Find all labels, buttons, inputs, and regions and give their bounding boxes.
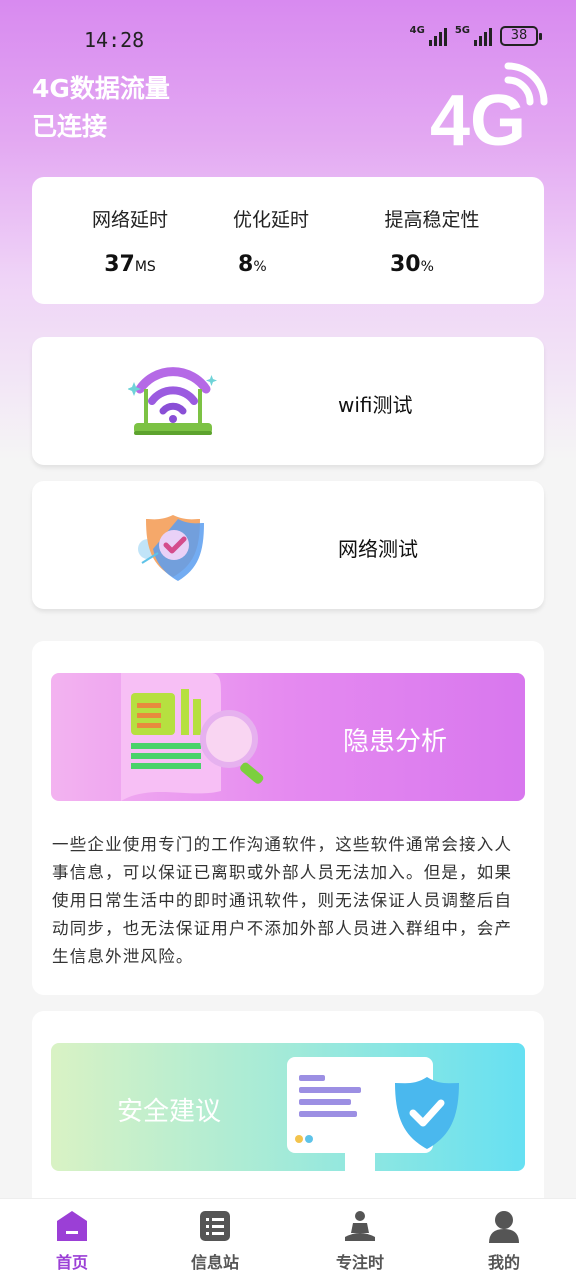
tab-label: 我的 xyxy=(487,1253,520,1272)
svg-text:4G: 4G xyxy=(430,81,526,150)
monitor-shield-icon xyxy=(287,1057,459,1171)
status-time: 14:28 xyxy=(84,28,145,52)
wifi-test-card[interactable]: wifi测试 xyxy=(32,337,544,465)
tab-focus-time[interactable]: 专注时 xyxy=(310,1209,410,1273)
shield-check-icon xyxy=(138,515,204,581)
stat-label: 优化延时 xyxy=(232,209,309,231)
tab-label: 首页 xyxy=(55,1253,88,1272)
network-test-card[interactable]: 网络测试 xyxy=(32,481,544,609)
stat-value: 8% xyxy=(238,252,267,277)
list-icon xyxy=(200,1211,230,1241)
security-advice-title: 安全建议 xyxy=(117,1097,222,1127)
tab-info-station[interactable]: 信息站 xyxy=(165,1209,265,1273)
connection-state: 已连接 xyxy=(32,112,108,141)
wifi-router-icon xyxy=(128,367,217,435)
stat-stability: 提高稳定性 30% xyxy=(372,205,492,277)
report-magnifier-icon xyxy=(121,673,264,801)
connection-type: 4G数据流量 xyxy=(32,74,170,103)
security-advice-panel: 安全建议 xyxy=(32,1011,544,1211)
latency-stats-card: 网络延时 37MS 优化延时 8% 提高稳定性 30% xyxy=(32,177,544,304)
connection-status: 4G数据流量 已连接 xyxy=(32,70,170,146)
stat-network-latency: 网络延时 37MS xyxy=(90,205,170,277)
battery-icon: 38 xyxy=(500,26,542,46)
signal-4g-icon: 4G xyxy=(410,26,447,46)
tab-label: 专注时 xyxy=(335,1253,384,1272)
stat-value: 37MS xyxy=(104,252,156,277)
home-icon xyxy=(57,1211,87,1241)
network-test-label: 网络测试 xyxy=(338,537,418,561)
user-icon xyxy=(489,1211,519,1243)
tab-label: 信息站 xyxy=(190,1253,239,1272)
wifi-test-label: wifi测试 xyxy=(338,393,413,417)
risk-analysis-banner[interactable]: 隐患分析 xyxy=(51,673,525,801)
security-advice-banner[interactable]: 安全建议 xyxy=(51,1043,525,1171)
meditation-icon xyxy=(345,1211,375,1241)
4g-wifi-logo-icon: 4G xyxy=(430,62,548,150)
stat-optimized-latency: 优化延时 8% xyxy=(226,205,316,277)
stat-label: 提高稳定性 xyxy=(384,209,480,231)
risk-analysis-description: 一些企业使用专门的工作沟通软件，这些软件通常会接入人事信息，可以保证已离职或外部… xyxy=(52,835,513,966)
tab-home[interactable]: 首页 xyxy=(22,1209,122,1273)
bottom-tab-bar: 首页 信息站 专注时 我的 xyxy=(0,1198,576,1280)
tab-profile[interactable]: 我的 xyxy=(454,1209,554,1273)
stat-value: 30% xyxy=(390,252,434,277)
risk-analysis-title: 隐患分析 xyxy=(343,727,448,757)
signal-5g-icon: 5G xyxy=(455,26,492,46)
risk-analysis-panel: 隐患分析 一些企业使用专门的工作沟通软件，这些软件通常会接入人事信息，可以保证已… xyxy=(32,641,544,995)
stat-label: 网络延时 xyxy=(91,209,168,231)
status-icons: 4G 5G 38 xyxy=(410,26,542,46)
